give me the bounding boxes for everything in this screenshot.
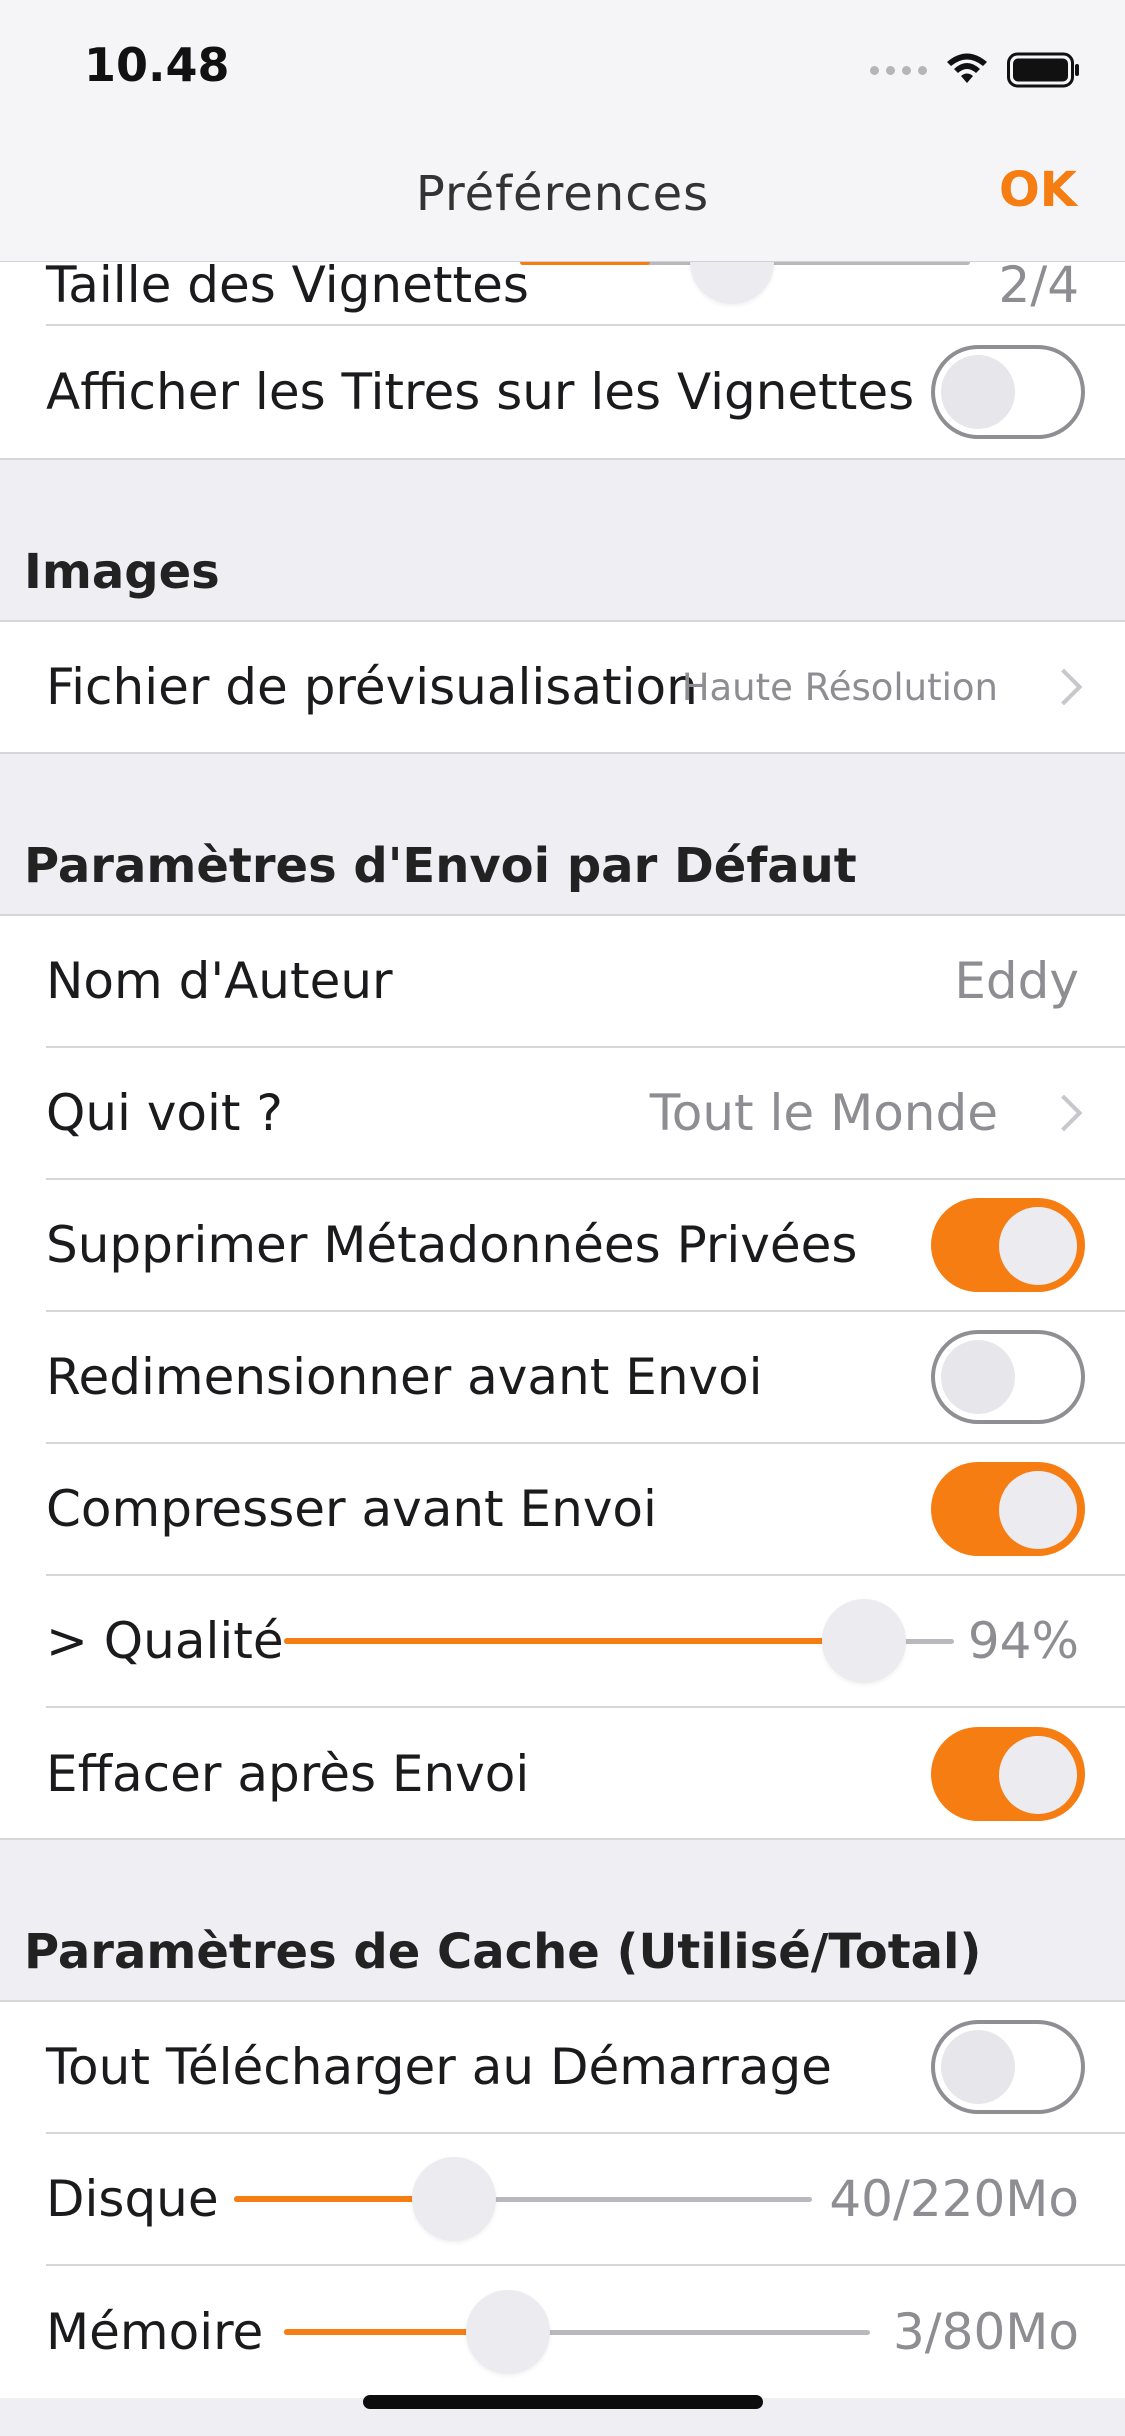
titles-on-thumbs-row: Afficher les Titres sur les Vignettes — [46, 326, 1125, 458]
author-label: Nom d'Auteur — [46, 952, 393, 1010]
thumb-size-label: Taille des Vignettes — [46, 256, 529, 314]
divider — [0, 752, 1125, 754]
images-group: Fichier de prévisualisation Haute Résolu… — [0, 622, 1125, 752]
switch-knob — [941, 1340, 1015, 1414]
slider-fill — [284, 1638, 864, 1644]
resize-label: Redimensionner avant Envoi — [46, 1348, 763, 1406]
switch-knob — [999, 1736, 1077, 1814]
author-value[interactable]: Eddy — [954, 952, 1079, 1010]
navigation-bar: 10.48 Préférences OK — [0, 0, 1125, 262]
switch-knob — [999, 1471, 1077, 1549]
disk-label: Disque — [46, 2170, 219, 2228]
ok-button[interactable]: OK — [999, 162, 1077, 218]
quality-slider[interactable] — [284, 1599, 954, 1683]
status-time: 10.48 — [84, 38, 230, 92]
page-title: Préférences — [415, 166, 710, 222]
resize-switch[interactable] — [931, 1330, 1085, 1424]
switch-knob — [941, 355, 1015, 429]
titles-on-thumbs-switch[interactable] — [931, 345, 1085, 439]
who-sees-label: Qui voit ? — [46, 1084, 283, 1142]
upload-group: Nom d'Auteur Eddy Qui voit ? Tout le Mon… — [0, 916, 1125, 1840]
author-row[interactable]: Nom d'Auteur Eddy — [46, 916, 1125, 1048]
titles-on-thumbs-label: Afficher les Titres sur les Vignettes — [46, 363, 915, 421]
switch-knob — [999, 1207, 1077, 1285]
cache-section-header: Paramètres de Cache (Utilisé/Total) — [24, 1924, 982, 1980]
compress-label: Compresser avant Envoi — [46, 1480, 657, 1538]
upload-section-header: Paramètres d'Envoi par Défaut — [24, 838, 857, 894]
delete-after-switch[interactable] — [931, 1727, 1085, 1821]
download-all-switch[interactable] — [931, 2020, 1085, 2114]
who-sees-row[interactable]: Qui voit ? Tout le Monde — [46, 1048, 1125, 1180]
switch-knob — [941, 2030, 1015, 2104]
cellular-signal-icon — [870, 65, 927, 75]
home-indicator[interactable] — [363, 2395, 763, 2409]
compress-switch[interactable] — [931, 1462, 1085, 1556]
slider-thumb[interactable] — [412, 2157, 496, 2241]
quality-value: 94% — [967, 1612, 1079, 1670]
chevron-right-icon — [1045, 668, 1083, 706]
chevron-right-icon — [1045, 1094, 1083, 1132]
preview-file-label: Fichier de prévisualisation — [46, 658, 698, 716]
download-all-row: Tout Télécharger au Démarrage — [46, 2002, 1125, 2134]
strip-metadata-label: Supprimer Métadonnées Privées — [46, 1216, 858, 1274]
delete-after-label: Effacer après Envoi — [46, 1745, 530, 1803]
slider-thumb[interactable] — [466, 2290, 550, 2374]
divider — [0, 458, 1125, 460]
thumb-size-value: 2/4 — [998, 256, 1079, 314]
disk-row: Disque 40/220Mo — [46, 2134, 1125, 2266]
compress-row: Compresser avant Envoi — [46, 1444, 1125, 1576]
memory-row: Mémoire 3/80Mo — [46, 2266, 1125, 2398]
preview-file-row[interactable]: Fichier de prévisualisation Haute Résolu… — [46, 622, 1125, 752]
who-sees-value: Tout le Monde — [649, 1084, 998, 1142]
strip-metadata-row: Supprimer Métadonnées Privées — [46, 1180, 1125, 1312]
strip-metadata-switch[interactable] — [931, 1198, 1085, 1292]
wifi-icon — [947, 53, 987, 83]
disk-value: 40/220Mo — [829, 2170, 1079, 2228]
memory-value: 3/80Mo — [892, 2303, 1079, 2361]
divider — [0, 1838, 1125, 1840]
memory-label: Mémoire — [46, 2303, 264, 2361]
memory-slider[interactable] — [284, 2290, 870, 2374]
delete-after-row: Effacer après Envoi — [46, 1708, 1125, 1840]
cache-group: Tout Télécharger au Démarrage Disque 40/… — [0, 2002, 1125, 2398]
preview-file-value: Haute Résolution — [681, 665, 998, 709]
quality-row: > Qualité 94% — [46, 1576, 1125, 1708]
download-all-label: Tout Télécharger au Démarrage — [46, 2038, 832, 2096]
disk-slider[interactable] — [234, 2157, 812, 2241]
status-icons — [870, 48, 1081, 92]
quality-label: > Qualité — [46, 1612, 284, 1670]
slider-thumb[interactable] — [822, 1599, 906, 1683]
resize-row: Redimensionner avant Envoi — [46, 1312, 1125, 1444]
battery-icon — [1007, 52, 1079, 88]
preferences-screen: Taille des Vignettes 2/4 Afficher les Ti… — [0, 0, 1125, 2436]
images-section-header: Images — [24, 544, 220, 600]
